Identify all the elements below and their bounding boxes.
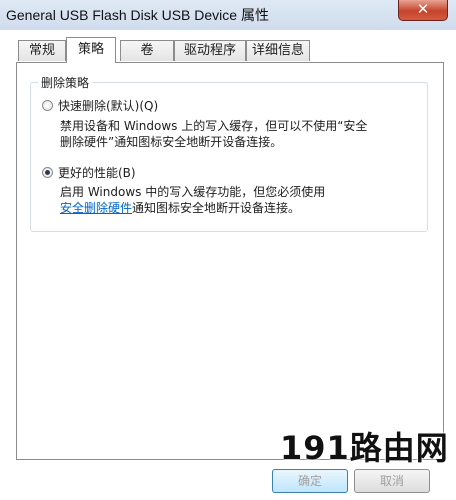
quick-removal-radio[interactable]: [42, 100, 53, 111]
window-title: General USB Flash Disk USB Device 属性: [6, 7, 269, 23]
tab-details[interactable]: 详细信息: [246, 40, 310, 61]
close-button[interactable]: ✕: [398, 0, 448, 21]
watermark: 191路由网: [280, 429, 449, 467]
better-performance-label[interactable]: 更好的性能(B): [58, 164, 136, 181]
tab-label: 驱动程序: [183, 43, 236, 58]
tab-label: 卷: [140, 43, 154, 58]
group-title: 删除策略: [38, 74, 93, 91]
ok-button-label: 确定: [297, 474, 322, 488]
tab-driver[interactable]: 驱动程序: [174, 40, 246, 61]
close-icon: ✕: [416, 0, 430, 18]
cancel-button[interactable]: 取消: [354, 469, 430, 493]
better-performance-description-line2: 安全删除硬件通知图标安全地断开设备连接。: [60, 200, 300, 216]
quick-removal-description-line1: 禁用设备和 Windows 上的写入缓存，但可以不使用“安全: [60, 119, 368, 133]
tab-general[interactable]: 常规: [18, 40, 66, 61]
ok-button[interactable]: 确定: [272, 469, 348, 493]
tab-volume[interactable]: 卷: [120, 40, 174, 61]
tab-label: 常规: [28, 43, 55, 58]
quick-removal-label[interactable]: 快速删除(默认)(Q): [58, 97, 158, 114]
tab-policy[interactable]: 策略: [66, 37, 116, 63]
description-text: 通知图标安全地断开设备连接。: [132, 201, 301, 215]
quick-removal-description-line2: 删除硬件”通知图标安全地断开设备连接。: [60, 135, 283, 149]
better-performance-radio[interactable]: [42, 167, 53, 178]
tab-label: 详细信息: [251, 43, 304, 58]
better-performance-description-line1: 启用 Windows 中的写入缓存功能，但您必须使用: [60, 185, 326, 199]
safely-remove-hardware-link[interactable]: 安全删除硬件: [60, 201, 132, 215]
title-bar: General USB Flash Disk USB Device 属性 ✕: [0, 0, 456, 30]
cancel-button-label: 取消: [379, 474, 404, 488]
tab-label: 策略: [77, 42, 104, 57]
